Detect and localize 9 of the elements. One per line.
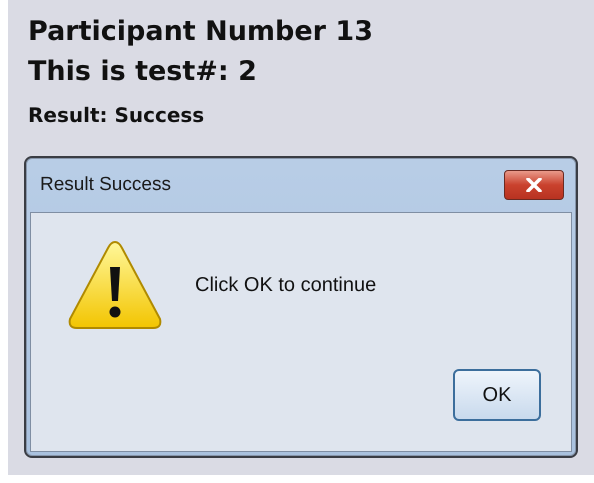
close-button[interactable] <box>504 170 564 200</box>
participant-heading: Participant Number 13 <box>27 15 373 49</box>
close-icon <box>526 178 542 192</box>
test-heading: This is test#: 2 <box>27 55 257 89</box>
ok-button[interactable]: OK <box>453 369 541 421</box>
dialog-title: Result Success <box>40 174 171 196</box>
dialog-message: Click OK to continue <box>195 274 376 296</box>
warning-icon <box>67 239 163 331</box>
result-text: Result: Success <box>27 102 204 129</box>
